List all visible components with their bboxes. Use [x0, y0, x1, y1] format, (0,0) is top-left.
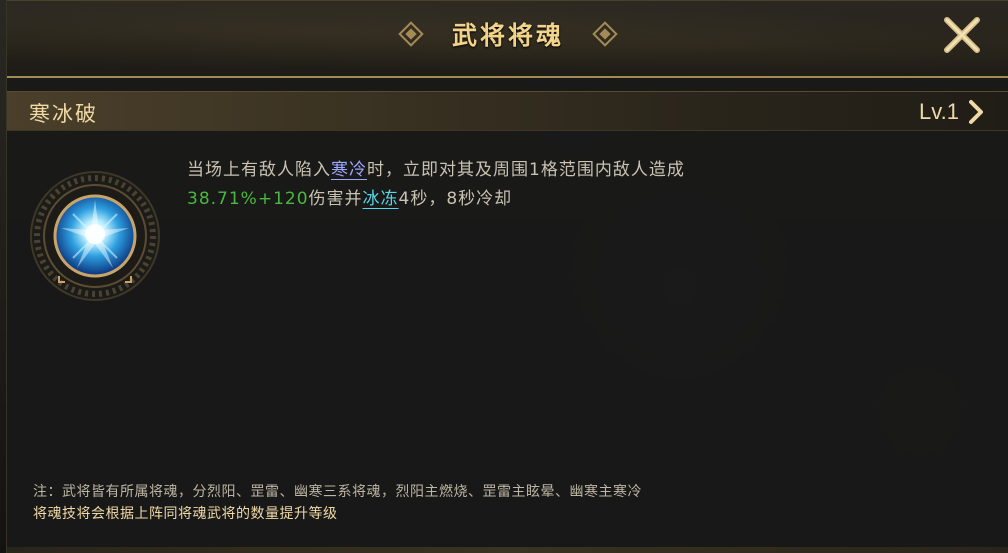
skill-header: 寒冰破 Lv.1 — [7, 91, 1008, 131]
title-group: 武将将魂 — [7, 14, 1008, 54]
note-line-2: 将魂技将会根据上阵同将魂武将的数量提升等级 — [33, 506, 338, 522]
note-line-1: 注：武将皆有所属将魂，分烈阳、罡雷、幽寒三系将魂，烈阳主燃烧、罡雷主眩晕、幽寒主… — [33, 484, 642, 500]
close-icon — [944, 17, 980, 53]
skill-level: Lv.1 — [919, 99, 959, 124]
desc-text: 伤害并 — [308, 189, 363, 209]
desc-text: 时，立即对其及周围1格范围内敌人造成 — [367, 160, 685, 180]
ice-burst-skill-icon — [29, 170, 161, 302]
skill-description: 当场上有敌人陷入寒冷时，立即对其及周围1格范围内敌人造成 38.71%+120伤害… — [187, 156, 907, 214]
chevron-right-icon — [967, 99, 985, 125]
skill-name: 寒冰破 — [29, 102, 98, 126]
ornament-diamond-icon — [592, 21, 618, 47]
desc-text: 当场上有敌人陷入 — [187, 160, 331, 180]
desc-text: 4秒，8秒冷却 — [398, 189, 513, 209]
soul-dialog: 武将将魂 寒冰破 Lv.1 当场上有敌人陷入寒冷时，立即对其及周围1格范围内敌人… — [6, 0, 1008, 553]
bottom-border — [7, 547, 1008, 553]
title-bar: 武将将魂 — [7, 0, 1008, 78]
window-title: 武将将魂 — [451, 21, 564, 50]
level-button[interactable]: Lv.1 — [919, 98, 985, 126]
keyword-chill-link[interactable]: 寒冷 — [331, 160, 367, 180]
close-button[interactable] — [941, 14, 983, 56]
notes: 注：武将皆有所属将魂，分烈阳、罡雷、幽寒三系将魂，烈阳主燃烧、罡雷主眩晕、幽寒主… — [33, 481, 993, 525]
damage-value: 38.71%+120 — [187, 189, 309, 209]
ornament-diamond-icon — [398, 21, 424, 47]
keyword-freeze-link[interactable]: 冰冻 — [363, 189, 399, 209]
